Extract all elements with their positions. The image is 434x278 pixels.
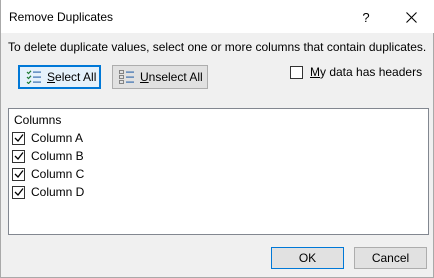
unselect-all-button[interactable]: Unselect All (112, 65, 208, 89)
list-item-label: Column D (31, 185, 85, 199)
list-item-column-c[interactable]: Column C (12, 166, 84, 182)
dialog-title: Remove Duplicates (9, 10, 114, 24)
checkmark-icon (14, 134, 24, 142)
list-item-column-b[interactable]: Column B (12, 148, 84, 164)
list-item-column-d[interactable]: Column D (12, 184, 84, 200)
instruction-text: To delete duplicate values, select one o… (8, 40, 427, 54)
columns-header: Columns (14, 113, 62, 127)
checkmark-icon (14, 188, 24, 196)
column-a-checkbox[interactable] (12, 131, 25, 145)
cancel-button[interactable]: Cancel (354, 247, 427, 269)
ok-button[interactable]: OK (271, 247, 344, 269)
select-all-button[interactable]: Select All (18, 65, 101, 89)
checkmark-icon (14, 152, 24, 160)
select-all-list-icon (26, 70, 42, 85)
column-b-checkbox[interactable] (12, 149, 25, 163)
close-button[interactable] (399, 6, 423, 28)
column-d-checkbox[interactable] (12, 185, 25, 199)
headers-checkbox-box[interactable] (290, 65, 303, 79)
column-c-checkbox[interactable] (12, 167, 25, 181)
close-icon (405, 11, 417, 23)
select-all-label: Select All (47, 70, 97, 84)
title-bar: Remove Duplicates ? (1, 0, 434, 33)
unselect-all-label: Unselect All (140, 70, 203, 84)
list-item-label: Column B (31, 149, 84, 163)
columns-listbox[interactable]: Columns Column A Column B Column C Colum… (8, 108, 429, 235)
unselect-all-list-icon (119, 70, 135, 84)
checkmark-icon (14, 170, 24, 178)
list-item-label: Column C (31, 167, 85, 181)
help-button[interactable]: ? (355, 6, 377, 28)
remove-duplicates-dialog: Remove Duplicates ? To delete duplicate … (0, 0, 434, 278)
headers-checkbox-label: My data has headers (310, 65, 423, 79)
list-item-label: Column A (31, 131, 84, 145)
my-data-has-headers-checkbox[interactable]: My data has headers (290, 65, 422, 79)
list-item-column-a[interactable]: Column A (12, 130, 83, 146)
